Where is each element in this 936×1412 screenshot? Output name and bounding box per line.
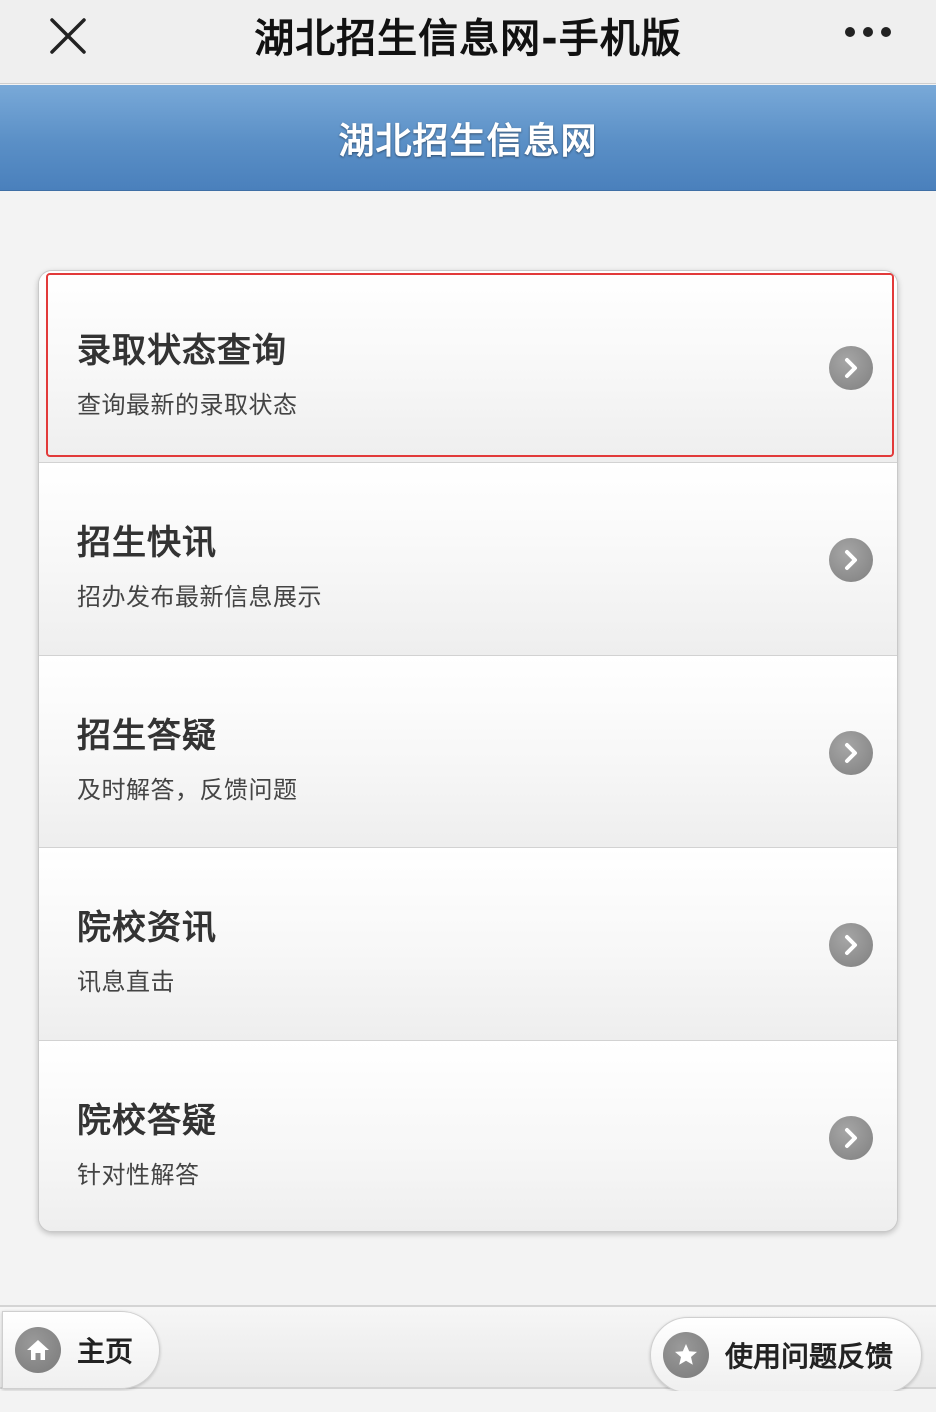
feedback-button[interactable]: 使用问题反馈 [650,1317,922,1393]
menu-item-subtitle: 讯息直击 [77,968,175,997]
chevron-right-icon [829,538,873,583]
page-title: 湖北招生信息网 [338,120,598,162]
menu-item-title: 院校答疑 [77,1100,217,1141]
menu-item-title: 招生快讯 [77,523,217,564]
menu-item-title: 院校资讯 [77,908,217,949]
home-icon [15,1327,61,1373]
window-topbar: 湖北招生信息网-手机版 [0,0,936,84]
menu-item-title: 录取状态查询 [77,331,287,371]
home-button[interactable]: 主页 [2,1311,160,1389]
menu-item-subtitle: 查询最新的录取状态 [77,391,298,419]
menu-item-subtitle: 及时解答，反馈问题 [77,775,298,804]
menu-item-subtitle: 招办发布最新信息展示 [77,583,322,612]
more-dots-icon [845,27,891,37]
bottom-strip [0,1391,936,1412]
menu-item-admission-status[interactable]: 录取状态查询 查询最新的录取状态 [39,271,897,464]
chevron-right-icon [829,346,873,390]
window-title: 湖北招生信息网-手机版 [254,16,682,62]
page-header: 湖北招生信息网 [0,85,936,191]
menu-item-news[interactable]: 招生快讯 招办发布最新信息展示 [39,463,897,656]
more-button[interactable] [838,12,898,52]
menu-list: 录取状态查询 查询最新的录取状态 招生快讯 招办发布最新信息展示 招生答疑 及时… [38,270,898,1232]
home-button-label: 主页 [77,1335,134,1368]
chevron-right-icon [829,730,873,775]
menu-item-subtitle: 针对性解答 [77,1160,200,1189]
chevron-right-icon [829,1115,873,1160]
menu-item-college-qa[interactable]: 院校答疑 针对性解答 [39,1040,897,1231]
chevron-right-icon [829,923,873,968]
star-icon [663,1332,709,1378]
menu-item-college-info[interactable]: 院校资讯 讯息直击 [39,848,897,1041]
menu-item-admission-qa[interactable]: 招生答疑 及时解答，反馈问题 [39,655,897,849]
feedback-button-label: 使用问题反馈 [725,1340,894,1373]
menu-item-title: 招生答疑 [77,715,217,756]
bottom-bar: 主页 使用问题反馈 [0,1305,936,1393]
